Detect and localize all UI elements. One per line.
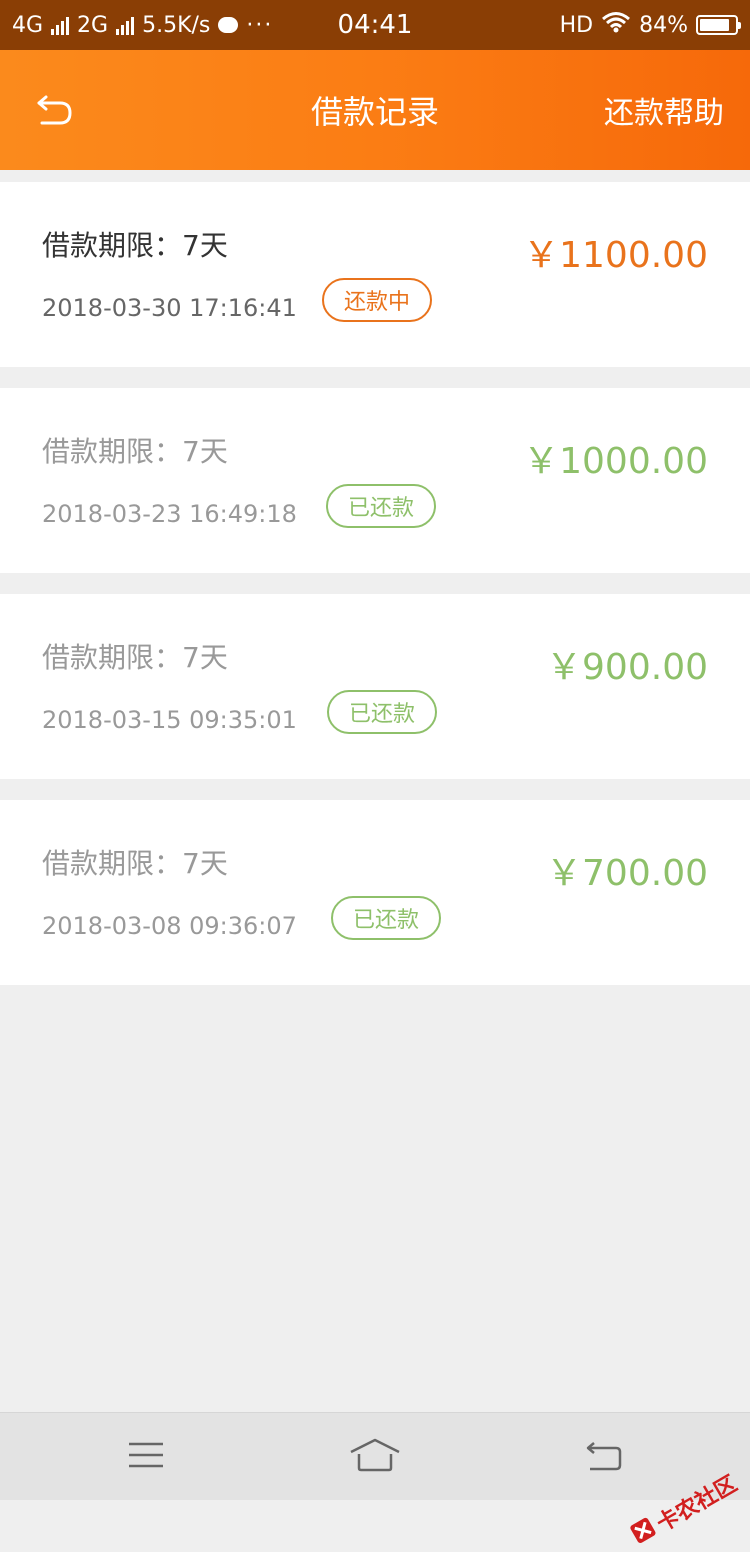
battery-percent: 84% <box>639 12 688 38</box>
loan-record-card[interactable]: 借款期限：7天 2018-03-08 09:36:07 已还款 ￥700.00 <box>0 800 750 985</box>
status-badge: 已还款 <box>326 484 437 528</box>
loan-amount: ￥900.00 <box>546 647 708 688</box>
menu-button[interactable] <box>106 1413 186 1501</box>
menu-icon <box>126 1440 166 1474</box>
repayment-help-link[interactable]: 还款帮助 <box>604 50 724 170</box>
page-title: 借款记录 <box>310 93 439 131</box>
signal-icon <box>51 15 70 35</box>
loan-amount: ￥1100.00 <box>523 235 708 276</box>
loan-term: 借款期限：7天 <box>42 847 228 880</box>
loan-amount: ￥700.00 <box>546 853 708 894</box>
nav-bar: 借款记录 还款帮助 <box>0 50 750 170</box>
system-back-icon <box>584 1439 624 1475</box>
loan-record-card[interactable]: 借款期限：7天 2018-03-15 09:35:01 已还款 ￥900.00 <box>0 594 750 779</box>
loan-record-card[interactable]: 借款期限：7天 2018-03-30 17:16:41 还款中 ￥1100.00 <box>0 182 750 367</box>
network-type-1: 4G <box>12 12 44 38</box>
status-right: HD 84% <box>559 0 741 50</box>
back-button[interactable] <box>30 86 80 136</box>
loan-term: 借款期限：7天 <box>42 229 228 262</box>
status-badge: 已还款 <box>327 690 438 734</box>
battery-icon <box>696 15 741 35</box>
more-notifications: ··· <box>246 12 274 38</box>
loan-date: 2018-03-30 17:16:41 <box>42 294 297 322</box>
back-arrow-icon <box>36 91 74 131</box>
system-back-button[interactable] <box>564 1413 644 1501</box>
hd-indicator: HD <box>559 12 594 38</box>
loan-term: 借款期限：7天 <box>42 641 228 674</box>
network-type-2: 2G <box>77 12 109 38</box>
status-bar: 4G 2G 5.5K/s ··· 04:41 HD 84% <box>0 0 750 50</box>
signal-icon-2 <box>116 15 135 35</box>
status-badge: 还款中 <box>322 278 433 322</box>
network-speed: 5.5K/s <box>142 12 211 38</box>
home-button[interactable] <box>335 1413 415 1501</box>
status-badge: 已还款 <box>331 896 442 940</box>
loan-amount: ￥1000.00 <box>523 441 708 482</box>
loan-record-list: 借款期限：7天 2018-03-30 17:16:41 还款中 ￥1100.00… <box>0 182 750 1006</box>
chat-bubble-icon <box>218 17 239 33</box>
system-nav-bar: 卡农社区 <box>0 1412 750 1543</box>
status-left: 4G 2G 5.5K/s ··· <box>12 0 273 50</box>
watermark-text: 卡农社区 <box>652 1471 742 1538</box>
wifi-icon <box>601 11 631 39</box>
loan-date: 2018-03-23 16:49:18 <box>42 500 297 528</box>
loan-term: 借款期限：7天 <box>42 435 228 468</box>
clock: 04:41 <box>337 10 413 40</box>
loan-date: 2018-03-08 09:36:07 <box>42 912 297 940</box>
home-icon <box>349 1438 401 1476</box>
loan-record-card[interactable]: 借款期限：7天 2018-03-23 16:49:18 已还款 ￥1000.00 <box>0 388 750 573</box>
loan-date: 2018-03-15 09:35:01 <box>42 706 297 734</box>
